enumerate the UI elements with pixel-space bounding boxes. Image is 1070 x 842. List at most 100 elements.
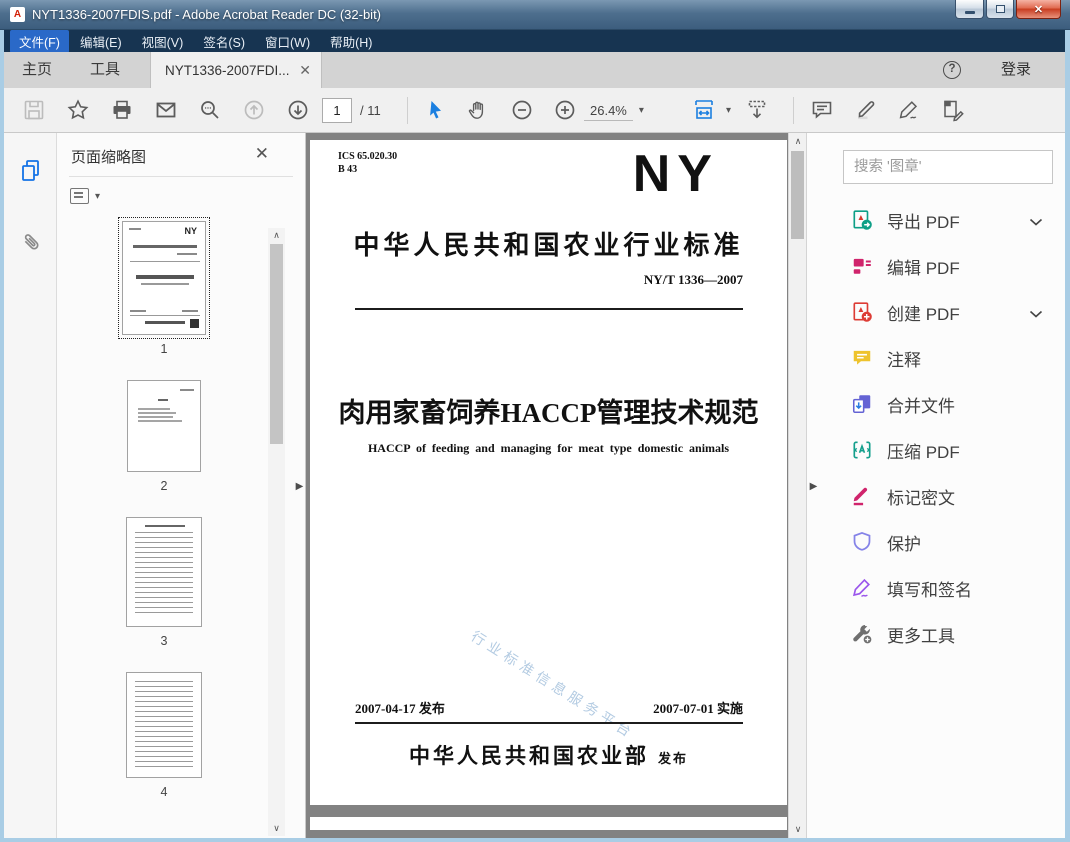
toolbar-separator xyxy=(793,97,794,124)
minimize-button[interactable] xyxy=(955,0,984,19)
page-number-input[interactable] xyxy=(322,98,352,123)
toolbar-separator xyxy=(407,97,408,124)
publisher-line: 中华人民共和国农业部 发布 xyxy=(310,740,787,770)
next-page-icon[interactable] xyxy=(286,98,310,122)
scroll-down-icon[interactable]: ∨ xyxy=(268,823,285,834)
scroll-mode-icon[interactable] xyxy=(745,98,769,122)
tool-fill-sign[interactable]: 填写和签名 xyxy=(807,565,1065,611)
collapse-left-panel-icon[interactable]: ▶ xyxy=(293,473,306,499)
tool-redact[interactable]: 标记密文 xyxy=(807,473,1065,519)
watermark: 行业标准信息服务平台 xyxy=(467,629,638,743)
tool-edit-pdf[interactable]: 编辑 PDF xyxy=(807,243,1065,289)
issue-date: 2007-04-17 发布 xyxy=(355,701,445,716)
comment-icon[interactable] xyxy=(810,98,834,122)
horizontal-rule xyxy=(355,308,743,310)
favorite-star-icon[interactable] xyxy=(66,98,90,122)
panel-header: 页面缩略图 ✕ xyxy=(57,133,305,176)
sign-pen-icon[interactable] xyxy=(897,98,921,122)
divider xyxy=(69,176,293,177)
tool-create-pdf[interactable]: 创建 PDF xyxy=(807,289,1065,335)
thumbnail-page-4[interactable] xyxy=(126,672,202,778)
zoom-level-control[interactable]: 26.4% ▾ xyxy=(584,98,644,123)
menu-window[interactable]: 窗口(W) xyxy=(256,30,319,53)
title-bar: A NYT1336-2007FDIS.pdf - Adobe Acrobat R… xyxy=(0,0,1070,30)
implementation-date: 2007-07-01 实施 xyxy=(653,701,743,716)
scroll-down-icon[interactable]: ∨ xyxy=(789,824,807,835)
save-icon[interactable] xyxy=(22,98,46,122)
search-icon[interactable] xyxy=(198,98,222,122)
zoom-out-icon[interactable] xyxy=(510,98,534,122)
document-scrollbar[interactable]: ∧ ∨ xyxy=(788,133,806,838)
main-toolbar: / 11 26.4% ▾ ▾ xyxy=(4,88,1065,133)
menu-sign[interactable]: 签名(S) xyxy=(194,30,254,53)
standard-title: 中华人民共和国农业行业标准 xyxy=(353,231,744,260)
close-panel-icon[interactable]: ✕ xyxy=(255,144,269,164)
fill-sign-pen-icon xyxy=(851,577,873,599)
thumbnail-page-number: 3 xyxy=(160,634,168,648)
thumbnails-scrollbar[interactable]: ∧ ∨ xyxy=(268,228,285,836)
close-icon: ✕ xyxy=(1033,3,1044,16)
chevron-down-icon xyxy=(1029,214,1043,232)
pdf-page-1: ICS 65.020.30 B 43 NY 中华人民共和国农业行业标准 NY/T… xyxy=(310,140,787,805)
previous-page-icon[interactable] xyxy=(242,98,266,122)
minimize-icon xyxy=(964,10,975,14)
ics-code: ICS 65.020.30 B 43 xyxy=(338,151,398,175)
thumbnail-item: NY 1 xyxy=(57,217,271,380)
tab-document[interactable]: NYT1336-2007FDI... ✕ xyxy=(150,52,322,88)
thumbnail-page-1[interactable]: NY xyxy=(118,217,210,339)
zoom-in-icon[interactable] xyxy=(553,98,577,122)
email-icon[interactable] xyxy=(154,98,178,122)
tool-combine-files[interactable]: 合并文件 xyxy=(807,381,1065,427)
zoom-level-value[interactable]: 26.4% xyxy=(584,100,633,121)
tool-compress-pdf[interactable]: 压缩 PDF xyxy=(807,427,1065,473)
select-tool-icon[interactable] xyxy=(424,98,448,122)
scroll-up-icon[interactable]: ∧ xyxy=(789,136,807,147)
tool-protect[interactable]: 保护 xyxy=(807,519,1065,565)
thumbnail-list: NY 1 2 3 4 xyxy=(57,217,271,823)
print-icon[interactable] xyxy=(110,98,134,122)
tab-bar: 主页 工具 NYT1336-2007FDI... ✕ ? 登录 xyxy=(4,52,1065,88)
document-tab-label: NYT1336-2007FDI... xyxy=(165,62,290,78)
chevron-down-icon: ▾ xyxy=(726,105,732,116)
create-pdf-icon xyxy=(851,301,873,323)
thumbnail-page-number: 1 xyxy=(160,342,168,356)
tab-home[interactable]: 主页 xyxy=(22,52,52,88)
menu-bar: 文件(F) 编辑(E) 视图(V) 签名(S) 窗口(W) 帮助(H) xyxy=(4,29,1065,53)
close-button[interactable]: ✕ xyxy=(1016,0,1061,19)
help-icon[interactable]: ? xyxy=(943,61,961,79)
scrollbar-thumb[interactable] xyxy=(791,151,804,239)
chevron-down-icon: ▾ xyxy=(95,190,101,202)
tool-more-tools[interactable]: 更多工具 xyxy=(807,611,1065,657)
tab-tools[interactable]: 工具 xyxy=(90,52,120,88)
thumbnail-options-button[interactable]: ▾ xyxy=(70,188,100,204)
standard-number: NY/T 1336—2007 xyxy=(643,272,743,287)
document-english-subtitle: HACCP of feeding and managing for meat t… xyxy=(367,441,730,455)
sign-in-button[interactable]: 登录 xyxy=(1001,52,1031,88)
highlighter-icon[interactable] xyxy=(854,98,878,122)
menu-file[interactable]: 文件(F) xyxy=(10,29,69,53)
maximize-button[interactable] xyxy=(986,0,1014,19)
page-thumbnails-icon[interactable] xyxy=(18,157,44,183)
fit-width-icon[interactable] xyxy=(692,98,716,122)
menu-help[interactable]: 帮助(H) xyxy=(321,30,381,53)
tools-panel: ▶ 导出 PDF 编辑 PDF xyxy=(806,133,1065,838)
tool-comment[interactable]: 注释 xyxy=(807,335,1065,381)
fill-sign-icon[interactable] xyxy=(941,98,965,122)
tools-search-input[interactable] xyxy=(843,150,1053,184)
page-count-label: / 11 xyxy=(360,103,381,118)
compress-pdf-icon xyxy=(851,439,873,461)
thumbnail-page-3[interactable] xyxy=(126,517,202,627)
close-tab-icon[interactable]: ✕ xyxy=(299,62,311,79)
menu-view[interactable]: 视图(V) xyxy=(133,30,193,53)
menu-edit[interactable]: 编辑(E) xyxy=(71,30,131,53)
scrollbar-thumb[interactable] xyxy=(270,244,283,444)
pdf-file-icon: A xyxy=(10,7,25,22)
thumbnail-page-2[interactable] xyxy=(127,380,201,472)
attachments-paperclip-icon[interactable] xyxy=(18,229,44,255)
acrobat-window: A NYT1336-2007FDIS.pdf - Adobe Acrobat R… xyxy=(0,0,1070,842)
tool-export-pdf[interactable]: 导出 PDF xyxy=(807,197,1065,243)
pdf-page-2-top xyxy=(310,817,787,830)
scroll-up-icon[interactable]: ∧ xyxy=(268,230,285,241)
export-pdf-icon xyxy=(851,209,873,231)
hand-tool-icon[interactable] xyxy=(466,98,490,122)
